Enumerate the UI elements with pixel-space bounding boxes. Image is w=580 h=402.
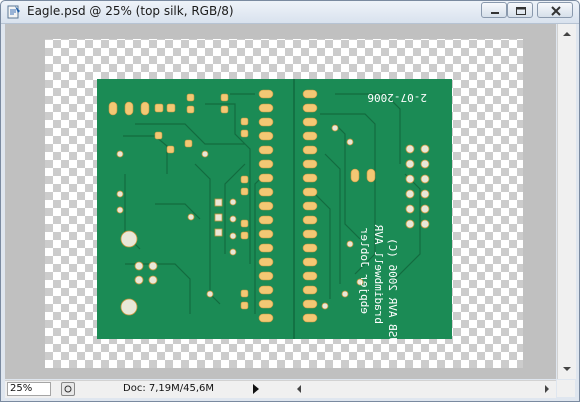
resize-grip[interactable] (557, 380, 575, 397)
close-button[interactable] (537, 2, 573, 18)
close-icon (551, 6, 561, 16)
scroll-up-icon[interactable] (559, 26, 575, 42)
photoshop-document-icon (7, 5, 20, 19)
round-arrow-icon (64, 385, 72, 393)
silk-line-1: USB AVR 2006 (C) (386, 238, 399, 344)
silk-line-2: bradimbwell AVR (372, 224, 385, 324)
horizontal-scrollbar[interactable] (291, 380, 556, 398)
silk-date: 2-07-2006 (367, 91, 427, 104)
window-title: Eagle.psd @ 25% (top silk, RGB/8) (27, 4, 234, 18)
scroll-down-icon[interactable] (559, 361, 575, 377)
maximize-button[interactable] (507, 2, 533, 18)
document-window: Eagle.psd @ 25% (top silk, RGB/8) 2-07-2… (0, 0, 580, 402)
pcb-board: 2-07-2006 USB AVR 2006 (C) bradimbwell A… (97, 79, 452, 344)
minimize-button[interactable] (481, 2, 507, 18)
status-bar: 25% Doc: 7,19M/45,6M (5, 380, 291, 398)
document-info: Doc: 7,19M/45,6M (123, 383, 215, 394)
silk-line-3: ebpjer Jobler (358, 228, 371, 314)
zoom-input[interactable]: 25% (7, 382, 51, 396)
document-canvas[interactable]: 2-07-2006 USB AVR 2006 (C) bradimbwell A… (5, 24, 556, 379)
status-menu-button[interactable] (61, 382, 75, 396)
canvas-area[interactable]: 2-07-2006 USB AVR 2006 (C) bradimbwell A… (5, 24, 556, 379)
scroll-left-icon[interactable] (291, 381, 307, 397)
status-arrow-icon[interactable] (251, 383, 261, 395)
minimize-icon (491, 12, 499, 14)
scroll-right-icon[interactable] (539, 381, 555, 397)
maximize-icon (516, 7, 526, 15)
vertical-scrollbar[interactable] (557, 24, 576, 379)
title-bar[interactable]: Eagle.psd @ 25% (top silk, RGB/8) (1, 1, 579, 24)
